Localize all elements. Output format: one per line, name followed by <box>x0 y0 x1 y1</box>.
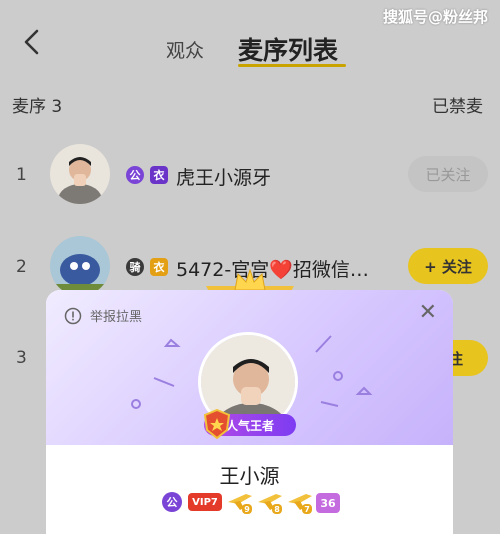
gong-badge: 公 <box>126 166 144 184</box>
profile-card: 举报拉黑 ✕ 人气王者 王小源 公 VIP7 9 8 7 36 <box>46 290 453 534</box>
avatar-image <box>50 236 110 296</box>
muted-label: 已禁麦 <box>432 97 483 117</box>
level-number: 9 <box>242 504 252 514</box>
avatar-image <box>50 144 110 204</box>
close-icon[interactable]: ✕ <box>419 302 437 324</box>
gong-badge: 公 <box>162 492 182 512</box>
section-title: 麦序 3 <box>12 97 63 117</box>
avatar[interactable] <box>50 144 110 204</box>
shirt-badge: 衣 <box>150 166 168 184</box>
shield-icon <box>203 408 231 440</box>
row-number: 3 <box>16 348 27 368</box>
follow-button[interactable]: + 关注 <box>408 248 488 284</box>
report-block-button[interactable]: 举报拉黑 <box>64 306 142 325</box>
ride-badge: 骑 <box>126 258 144 276</box>
level-36-badge: 36 <box>316 493 340 513</box>
report-label: 举报拉黑 <box>90 310 143 325</box>
back-icon[interactable] <box>20 28 44 56</box>
username-part: 招微信… <box>292 259 369 281</box>
level-number: 7 <box>302 504 312 514</box>
row-number: 1 <box>16 165 27 185</box>
level-number: 8 <box>272 504 282 514</box>
tab-audience[interactable]: 观众 <box>166 36 204 63</box>
followed-button[interactable]: 已关注 <box>408 156 488 192</box>
title-badge-label: 人气王者 <box>225 418 274 433</box>
shirt-badge: 衣 <box>150 258 168 276</box>
tab-underline <box>238 64 346 67</box>
profile-name: 王小源 <box>219 464 280 488</box>
info-icon <box>64 307 82 324</box>
avatar[interactable] <box>50 236 110 296</box>
tab-queue[interactable]: 麦序列表 <box>238 31 338 67</box>
vip-badge: VIP7 <box>188 493 222 511</box>
username: 虎王小源牙 <box>176 167 272 189</box>
watermark: 搜狐号@粉丝邦 <box>382 8 488 26</box>
row-number: 2 <box>16 257 27 277</box>
screen: 搜狐号@粉丝邦 观众 麦序列表 麦序 3 已禁麦 1 公 衣 虎王小源牙 已关注… <box>0 0 500 534</box>
